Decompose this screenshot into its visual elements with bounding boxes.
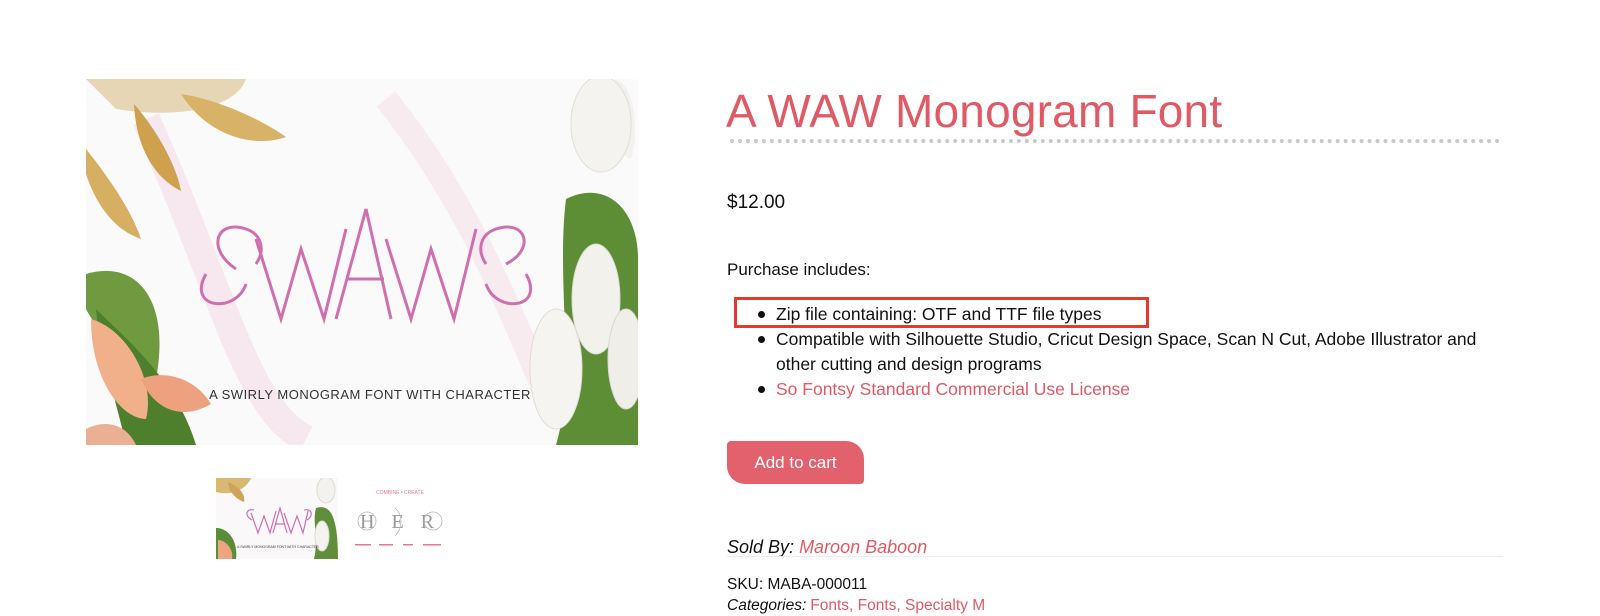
gallery-thumbnail-1[interactable]: A SWIRLY MONOGRAM FONT WITH CHARACTER	[216, 478, 338, 559]
purchase-includes-heading: Purchase includes:	[727, 260, 871, 279]
license-link[interactable]: So Fontsy Standard Commercial Use Licens…	[776, 379, 1130, 399]
product-sku: SKU: MABA-000011	[727, 576, 868, 593]
thumbnail-1-tagline: A SWIRLY MONOGRAM FONT WITH CHARACTER	[237, 545, 319, 549]
title-divider	[730, 139, 1500, 143]
vendor-link[interactable]: Maroon Baboon	[799, 537, 927, 557]
add-to-cart-button[interactable]: Add to cart	[727, 441, 864, 484]
list-item: Compatible with Silhouette Studio, Cricu…	[727, 327, 1517, 377]
product-main-image[interactable]: A SWIRLY MONOGRAM FONT WITH CHARACTER	[86, 79, 638, 445]
product-title: A WAW Monogram Font	[726, 85, 1223, 137]
sold-by-label: Sold By:	[727, 537, 795, 557]
gallery-thumbnail-2[interactable]: COMBINE • CREATE H E R	[345, 478, 467, 559]
feature-compatibility: Compatible with Silhouette Studio, Cricu…	[776, 329, 1477, 374]
list-item: So Fontsy Standard Commercial Use Licens…	[727, 377, 1517, 402]
product-categories: Categories: Fonts, Fonts, Specialty M	[727, 596, 985, 616]
categories-label: Categories:	[727, 597, 807, 614]
thumbnail-2-caption: COMBINE • CREATE	[376, 490, 424, 496]
product-price: $12.00	[727, 192, 786, 213]
main-image-tagline: A SWIRLY MONOGRAM FONT WITH CHARACTER	[209, 387, 531, 402]
highlight-annotation-box	[734, 297, 1149, 328]
meta-divider	[727, 556, 1503, 557]
category-links[interactable]: Fonts, Fonts, Specialty M	[810, 597, 985, 614]
